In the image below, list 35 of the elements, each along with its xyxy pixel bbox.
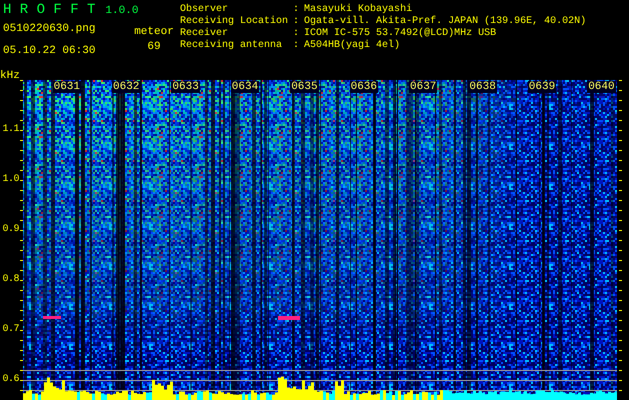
time-label: 0639	[528, 81, 556, 93]
info-value: Masayuki Kobayashi	[304, 4, 414, 16]
frequency-label: 1.1	[2, 124, 19, 136]
info-value: A504HB(yagi 4el)	[304, 40, 402, 52]
info-value: ICOM IC-575 53.7492(@LCD)MHz USB	[304, 28, 498, 40]
time-label: 0640	[587, 81, 616, 93]
frequency-label: 0.9	[2, 224, 19, 236]
info-value: Ogata-vill. Akita-Pref. JAPAN (139.96E, 40.02N)	[304, 16, 586, 28]
info-label: Receiver	[180, 28, 230, 40]
info-label: Receiving Location	[180, 16, 288, 28]
app-title: H R O F F T	[3, 2, 96, 18]
date-time: 05.10.22 06:30	[3, 44, 96, 58]
time-label: 0636	[350, 81, 378, 93]
meteor-label: meteor	[134, 25, 174, 39]
frequency-label: 0.8	[2, 274, 19, 286]
meteor-count: 69	[147, 40, 161, 54]
time-label: 0633	[171, 81, 200, 93]
info-label: Receiving antenna	[180, 40, 284, 52]
frequency-label: 1.0	[2, 174, 19, 186]
info-separator: :	[293, 40, 300, 52]
time-label: 0632	[112, 81, 140, 93]
time-label: 0638	[468, 81, 497, 93]
time-label: 0631	[52, 81, 81, 93]
unit-label: kHz	[0, 70, 20, 82]
frequency-label: 0.7	[2, 324, 19, 336]
info-label: Observer	[180, 4, 230, 16]
app-version: 1.0.0	[105, 4, 138, 18]
file-name: 0510220630.png	[3, 22, 96, 36]
time-label: 0637	[409, 81, 438, 93]
time-label: 0634	[230, 81, 260, 93]
info-separator: :	[293, 28, 300, 40]
time-label: 0635	[290, 81, 319, 93]
frequency-label: 0.6	[2, 374, 19, 386]
info-separator: :	[293, 16, 300, 28]
info-separator: :	[293, 4, 300, 16]
